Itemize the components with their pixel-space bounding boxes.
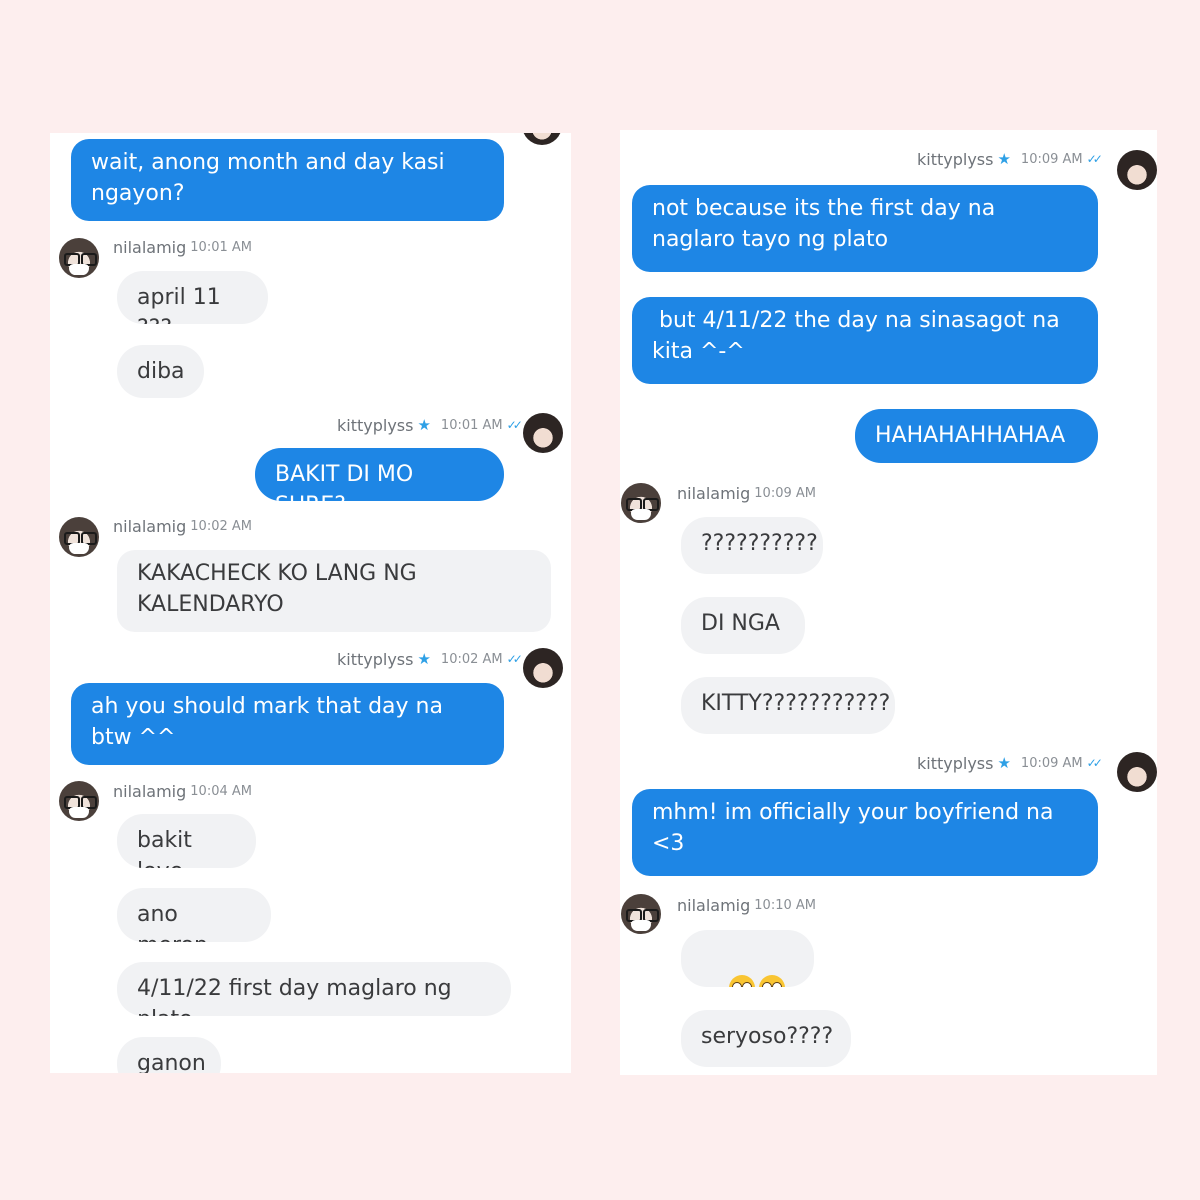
username[interactable]: nilalamig	[677, 896, 750, 915]
timestamp: 10:09 AM	[754, 485, 816, 501]
flushed-face-icon	[758, 975, 785, 987]
timestamp: 10:02 AM	[440, 651, 503, 667]
verified-star-icon: ★	[997, 753, 1011, 772]
message-incoming: bakit love	[117, 814, 256, 868]
username[interactable]: kittyplyss	[917, 150, 993, 169]
avatar-kittyplyss[interactable]	[523, 648, 563, 688]
read-receipt-icon: ✓✓	[506, 418, 523, 432]
message-header: kittyplyss ★ 10:09 AM ✓✓	[917, 148, 1103, 170]
timestamp: 10:04 AM	[190, 783, 252, 799]
message-incoming: KITTY???????????	[681, 677, 895, 734]
avatar-kittyplyss[interactable]	[1117, 150, 1157, 190]
message-header: nilalamig 10:04 AM	[113, 780, 252, 802]
username[interactable]: nilalamig	[113, 517, 186, 536]
message-incoming: seryoso????	[681, 1010, 851, 1067]
message-incoming: ano meron	[117, 888, 271, 942]
username[interactable]: nilalamig	[677, 484, 750, 503]
read-receipt-icon: ✓✓	[1086, 756, 1103, 770]
message-outgoing: but 4/11/22 the day na sinasagot na kita…	[632, 297, 1098, 384]
message-outgoing: not because its the first day na naglaro…	[632, 185, 1098, 272]
username[interactable]: kittyplyss	[337, 650, 413, 669]
message-outgoing: mhm! im officially your boyfriend na <3	[632, 789, 1098, 876]
message-outgoing: HAHAHAHHAHAA	[855, 409, 1098, 463]
username[interactable]: kittyplyss	[917, 754, 993, 773]
username[interactable]: nilalamig	[113, 238, 186, 257]
timestamp: 10:02 AM	[190, 518, 252, 534]
verified-star-icon: ★	[417, 649, 431, 668]
message-outgoing: BAKIT DI MO SURE?	[255, 448, 504, 501]
message-header: nilalamig 10:09 AM	[677, 482, 816, 504]
read-receipt-icon: ✓✓	[506, 652, 523, 666]
message-header: kittyplyss ★ 10:02 AM ✓✓	[337, 648, 523, 670]
chat-panel-left[interactable]: wait, anong month and day kasi ngayon? n…	[50, 133, 571, 1073]
timestamp: 10:09 AM	[1020, 755, 1083, 771]
message-incoming: diba	[117, 345, 204, 398]
verified-star-icon: ★	[417, 415, 431, 434]
username[interactable]: kittyplyss	[337, 416, 413, 435]
avatar-kittyplyss[interactable]	[522, 133, 562, 145]
username[interactable]: nilalamig	[113, 782, 186, 801]
message-header: kittyplyss ★ 10:01 AM ✓✓	[337, 414, 523, 436]
read-receipt-icon: ✓✓	[1086, 152, 1103, 166]
message-incoming: ??????????	[681, 517, 823, 574]
message-incoming: april 11 ???	[117, 271, 268, 324]
avatar-nilalamig[interactable]	[59, 781, 99, 821]
message-incoming: ganon	[117, 1037, 221, 1073]
message-header: kittyplyss ★ 10:09 AM ✓✓	[917, 752, 1103, 774]
message-header: nilalamig 10:01 AM	[113, 236, 252, 258]
timestamp: 10:10 AM	[754, 897, 816, 913]
flushed-face-icon	[728, 975, 755, 987]
message-outgoing: ah you should mark that day na btw ^^	[71, 683, 504, 765]
message-header: nilalamig 10:02 AM	[113, 515, 252, 537]
avatar-nilalamig[interactable]	[59, 517, 99, 557]
avatar-nilalamig[interactable]	[621, 483, 661, 523]
timestamp: 10:01 AM	[440, 417, 503, 433]
message-incoming: KAKACHECK KO LANG NG KALENDARYO	[117, 550, 551, 632]
message-incoming: 😳😳😳	[681, 930, 814, 987]
avatar-nilalamig[interactable]	[621, 894, 661, 934]
avatar-kittyplyss[interactable]	[523, 413, 563, 453]
timestamp: 10:01 AM	[190, 239, 252, 255]
message-outgoing: wait, anong month and day kasi ngayon?	[71, 139, 504, 221]
message-header: nilalamig 10:10 AM	[677, 894, 816, 916]
verified-star-icon: ★	[997, 149, 1011, 168]
timestamp: 10:09 AM	[1020, 151, 1083, 167]
avatar-kittyplyss[interactable]	[1117, 752, 1157, 792]
avatar-nilalamig[interactable]	[59, 238, 99, 278]
message-incoming: 4/11/22 first day maglaro ng plato	[117, 962, 511, 1016]
chat-panel-right[interactable]: kittyplyss ★ 10:09 AM ✓✓ not because its…	[620, 130, 1157, 1075]
message-incoming: DI NGA	[681, 597, 805, 654]
